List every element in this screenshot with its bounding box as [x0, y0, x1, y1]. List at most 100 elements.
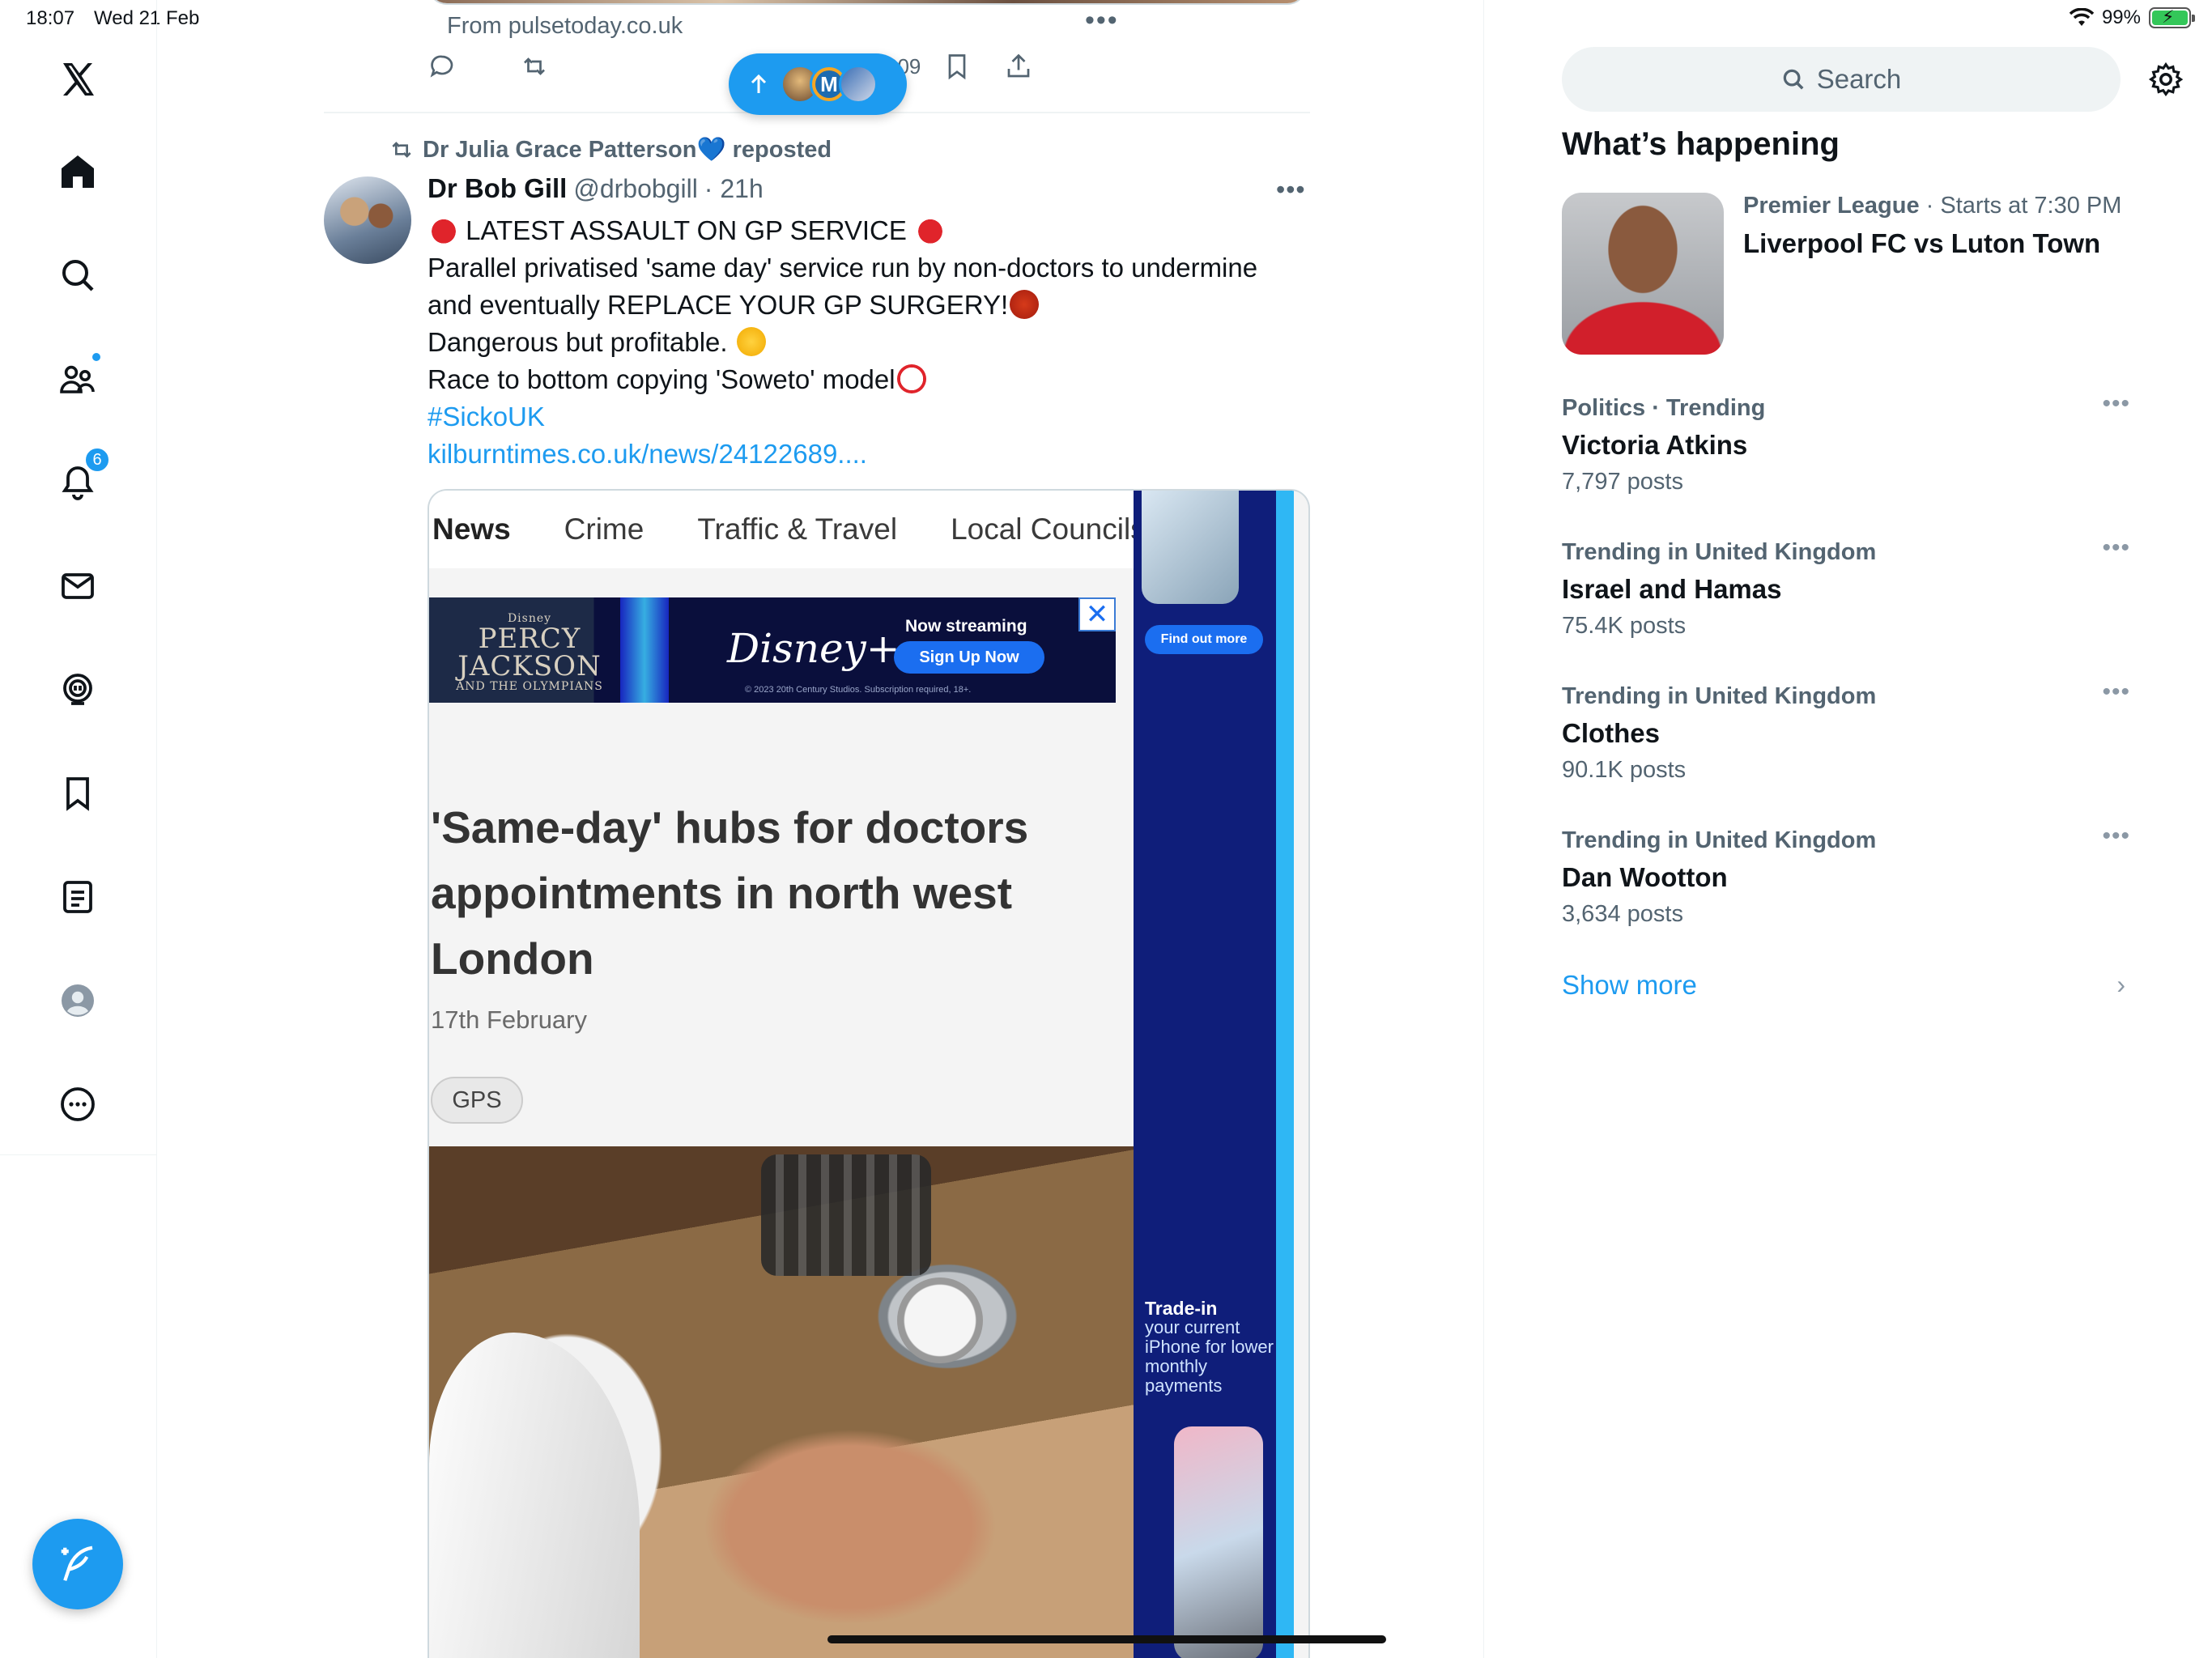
- article-headline: 'Same-day' hubs for doctors appointments…: [431, 802, 1029, 984]
- trend-name: Israel and Hamas: [1562, 574, 1782, 604]
- ad-close-icon: ✕: [1078, 597, 1116, 631]
- previous-post-card-image[interactable]: [428, 0, 1307, 5]
- trend-count: 7,797 posts: [1562, 469, 1683, 495]
- notifications-icon[interactable]: 6: [45, 447, 110, 515]
- percy-jackson-logo: Disney PERCY JACKSON AND THE OLYMPIANS: [456, 612, 603, 693]
- compose-button[interactable]: [32, 1519, 123, 1609]
- article-date: 17th February: [431, 1005, 587, 1034]
- blood-pressure-photo: [429, 1146, 1135, 1658]
- x-logo-icon[interactable]: [45, 47, 110, 112]
- reposted-by-label: Dr Julia Grace Patterson💙 reposted: [423, 137, 832, 163]
- show-more-link[interactable]: Show more ›: [1562, 970, 2145, 1001]
- trend-item[interactable]: Trending in United Kingdom Clothes 90.1K…: [1562, 678, 2145, 805]
- trend-more-icon[interactable]: •••: [2102, 534, 2130, 562]
- left-nav: 6: [0, 0, 157, 1658]
- post-line: Race to bottom copying 'Soweto' model: [428, 364, 895, 394]
- trend-name: Clothes: [1562, 718, 1661, 748]
- author-name[interactable]: Dr Bob Gill: [428, 173, 567, 204]
- hashtag-link[interactable]: #SickoUK: [428, 398, 1310, 436]
- whats-happening-title: What’s happening: [1562, 126, 1840, 162]
- event-title: Liverpool FC vs Luton Town: [1743, 228, 2101, 258]
- bookmark-icon: [948, 54, 966, 80]
- trend-item[interactable]: Politics · Trending Victoria Atkins 7,79…: [1562, 390, 2145, 517]
- search-icon: [1783, 69, 1804, 90]
- show-more-label: Show more: [1562, 970, 1697, 1000]
- trend-item[interactable]: Trending in United Kingdom Dan Wootton 3…: [1562, 823, 2145, 949]
- search-placeholder: Search: [1816, 64, 1902, 94]
- trend-item[interactable]: Trending in United Kingdom Israel and Ha…: [1562, 534, 2145, 661]
- chevron-right-icon: ›: [2116, 970, 2125, 999]
- timeline: From pulsetoday.co.uk ••• 209 M Dr Julia…: [324, 0, 1310, 1658]
- event-time: · Starts at 7:30 PM: [1925, 193, 2122, 219]
- previous-post-more-icon[interactable]: •••: [1085, 5, 1119, 36]
- clown-emoji-icon: [896, 364, 926, 393]
- trend-more-icon[interactable]: •••: [2102, 678, 2130, 706]
- event-meta: Premier League · Starts at 7:30 PM: [1743, 193, 2121, 219]
- new-posts-pill[interactable]: M: [729, 53, 907, 115]
- iphone-side-ad: Find out more Trade-in your current iPhon…: [1134, 491, 1294, 1658]
- post-line: Dangerous but profitable.: [428, 327, 728, 357]
- reply-icon: [430, 55, 453, 78]
- bookmark-button[interactable]: [942, 52, 972, 81]
- ad-signup-button: Sign Up Now: [894, 641, 1044, 674]
- author-avatar[interactable]: [324, 176, 411, 264]
- ad-trade-in-text: Trade-in your current iPhone for lower mo…: [1145, 1298, 1274, 1396]
- trend-name: Victoria Atkins: [1562, 430, 1748, 460]
- ad-fine-print: © 2023 20th Century Studios. Subscriptio…: [745, 685, 972, 695]
- trend-count: 90.1K posts: [1562, 757, 1687, 783]
- article-link[interactable]: kilburntimes.co.uk/news/24122689....: [428, 436, 1310, 473]
- communities-icon[interactable]: [45, 346, 110, 411]
- communities-notification-dot: [91, 351, 102, 363]
- disney-plus-logo: Disney+: [727, 625, 900, 672]
- event-category: Premier League: [1743, 193, 1920, 219]
- trend-context: Trending in United Kingdom: [1562, 827, 1877, 853]
- reply-button[interactable]: [428, 52, 457, 81]
- share-icon: [1007, 53, 1030, 78]
- more-icon[interactable]: [45, 1072, 110, 1137]
- right-sidebar: Search What’s happening Premier League ·…: [1483, 0, 2212, 1658]
- embedded-image[interactable]: News Crime Traffic & Travel Local Counci…: [428, 489, 1310, 1658]
- lists-icon[interactable]: [45, 865, 110, 929]
- post-more-icon[interactable]: •••: [1276, 175, 1306, 205]
- article-site-nav: News Crime Traffic & Travel Local Counci…: [429, 491, 1135, 568]
- post-time[interactable]: · 21h: [704, 174, 764, 204]
- post-text: LATEST ASSAULT ON GP SERVICE Parallel pr…: [428, 212, 1310, 473]
- iphone-image: [1142, 491, 1239, 604]
- trend-more-icon[interactable]: •••: [2102, 390, 2130, 418]
- search-input[interactable]: Search: [1562, 47, 2121, 112]
- post-header: Dr Bob Gill @drbobgill · 21h: [428, 173, 764, 204]
- ad-find-out-more: Find out more: [1145, 625, 1263, 654]
- post-line: Parallel privatised 'same day' service r…: [428, 253, 1258, 283]
- author-handle[interactable]: @drbobgill: [573, 174, 697, 204]
- disney-ad-banner: Disney PERCY JACKSON AND THE OLYMPIANS Dis…: [429, 597, 1116, 703]
- new-post-avatar: [839, 65, 878, 104]
- trend-count: 3,634 posts: [1562, 901, 1683, 927]
- ad-now-streaming: Now streaming: [905, 617, 1027, 636]
- iphone-image: [1174, 1426, 1263, 1658]
- trend-context: Trending in United Kingdom: [1562, 539, 1877, 565]
- previous-post-source[interactable]: From pulsetoday.co.uk: [447, 13, 683, 40]
- article-tag: GPS: [431, 1077, 523, 1124]
- event-image: [1562, 193, 1724, 355]
- gear-icon[interactable]: [2148, 62, 2184, 97]
- trend-count: 75.4K posts: [1562, 613, 1687, 639]
- bookmarks-icon[interactable]: [45, 761, 110, 826]
- trend-more-icon[interactable]: •••: [2102, 823, 2130, 850]
- repost-icon: [524, 57, 545, 75]
- repost-button[interactable]: [520, 52, 549, 81]
- grok-icon[interactable]: [45, 657, 110, 722]
- share-button[interactable]: [1004, 52, 1033, 81]
- event-item[interactable]: Premier League · Starts at 7:30 PM Liver…: [1562, 193, 2145, 355]
- money-mouth-emoji-icon: [736, 327, 766, 356]
- home-icon[interactable]: [45, 139, 110, 204]
- notifications-badge: 6: [84, 447, 110, 473]
- explore-search-icon[interactable]: [45, 243, 110, 308]
- trend-context: Trending in United Kingdom: [1562, 683, 1877, 709]
- home-indicator[interactable]: [827, 1635, 1386, 1643]
- site-nav-item: News: [432, 512, 511, 546]
- messages-icon[interactable]: [45, 554, 110, 619]
- post-line: and eventually REPLACE YOUR GP SURGERY!: [428, 290, 1009, 320]
- repost-attribution[interactable]: Dr Julia Grace Patterson💙 reposted: [389, 136, 832, 164]
- profile-icon[interactable]: [45, 968, 110, 1033]
- site-nav-item: Traffic & Travel: [697, 512, 898, 546]
